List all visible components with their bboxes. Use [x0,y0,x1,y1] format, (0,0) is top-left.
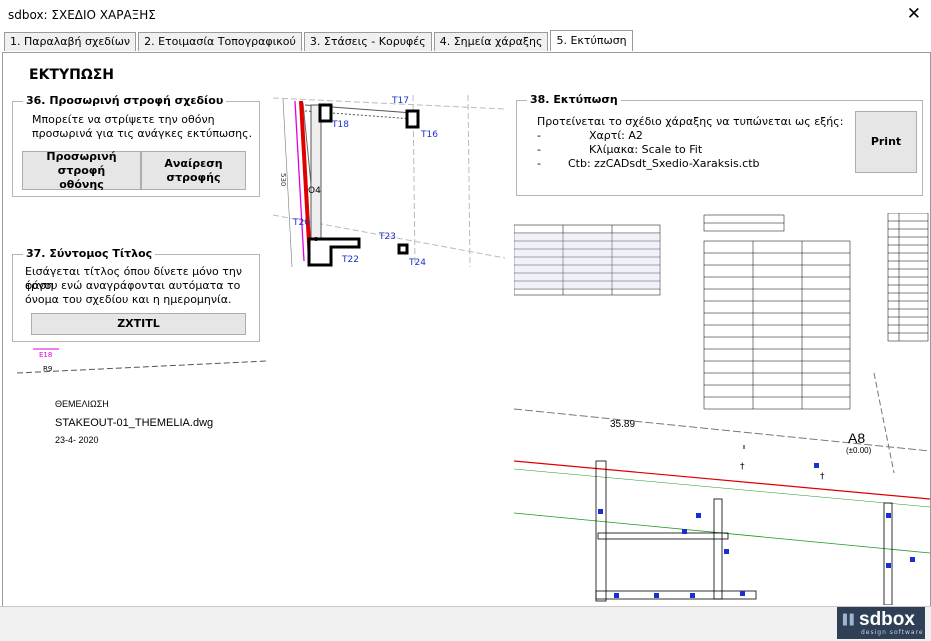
section-36-title: 36. Προσωρινή στροφή σχεδίου [23,94,227,107]
temporary-rotation-button-line2: οθόνης [59,177,104,191]
page-title: ΕΚΤΥΠΩΣΗ [29,67,114,83]
close-icon[interactable]: ✕ [907,4,921,24]
coordinate-table-middle [703,214,851,410]
undo-rotation-button-line1: Αναίρεση [164,156,223,170]
status-bar: ▌▌ sdbox design software [0,606,931,641]
tab-stakeout-points[interactable]: 4. Σημεία χάραξης [433,32,549,51]
section-36-text-line1: Μπορείτε να στρίψετε την οθόνη [32,113,215,126]
drawing-label-t17: T17 [391,96,409,106]
window-title: sdbox: ΣΧΕΔΙΟ ΧΑΡΑΞΗΣ [8,8,156,22]
drawing-label-t20: T20 [292,218,310,228]
logo-name: sdbox [859,609,915,630]
print-setting-dash: - [537,143,541,156]
coordinate-table-right [887,213,929,342]
print-setting-scale: Κλίμακα: Scale to Fit [589,143,703,156]
print-setting-dash: - [537,157,541,170]
sdbox-logo: ▌▌ sdbox design software [837,607,925,639]
print-button[interactable]: Print [855,111,917,173]
section-36-text-line2: προσωρινά για τις ανάγκες εκτύπωσης. [32,127,253,140]
logo-subtitle: design software [861,629,924,636]
drawing-fragment-left: E18 R9 [17,348,267,374]
print-panel: ΕΚΤΥΠΩΣΗ 36. Προσωρινή στροφή σχεδίου Μπ… [2,52,931,607]
drawing-label-r9: R9 [43,365,52,373]
drawing-label-t16: T16 [420,130,438,140]
section-37-text-line3: όνομα του σχεδίου και η ημερομηνία. [25,293,232,306]
section-37-text-line2: έργου ενώ αναγράφονται αυτόματα το [25,279,241,292]
print-setting-paper: Χαρτί: A2 [589,129,643,142]
temporary-rotation-button[interactable]: Προσωρινή στροφή οθόνης [22,149,141,191]
plan-axis-level: (±0.00) [846,446,872,455]
svg-text:†: † [820,472,825,482]
drawing-label-t18: T18 [331,120,349,130]
section-short-title: 37. Σύντομος Τίτλος Εισάγεται τίτλος όπο… [12,247,260,342]
temporary-rotation-button-line1: Προσωρινή στροφή [46,149,117,177]
svg-text:†: † [740,462,745,472]
plan-dimension-label: 35.89 [610,419,635,430]
print-setting-ctb: Ctb: zzCADsdt_Sxedio-Xaraksis.ctb [568,157,760,170]
tab-receive-drawings[interactable]: 1. Παραλαβή σχεδίων [4,32,137,51]
section-temporary-rotation: 36. Προσωρινή στροφή σχεδίου Μπορείτε να… [12,94,260,197]
section-print: 38. Εκτύπωση Προτείνεται το σχέδιο χάραξ… [516,93,923,196]
tab-print[interactable]: 5. Εκτύπωση [550,30,633,51]
zxtitl-button[interactable]: ZXTITL [31,313,246,335]
section-38-intro: Προτείνεται το σχέδιο χάραξης να τυπώνετ… [537,115,844,128]
title-stamp-phase: ΘΕΜΕΛΙΩΣΗ [55,399,109,409]
tab-strip: 1. Παραλαβή σχεδίων 2. Ετοιμασία Τοπογρα… [4,30,635,52]
undo-rotation-button[interactable]: Αναίρεση στροφής [141,151,246,190]
drawing-preview-foundation: T18 T16 T17 T20 O4 T23 T22 T24 530 [273,95,506,267]
tab-stations-vertices[interactable]: 3. Στάσεις - Κορυφές [303,32,432,51]
section-38-title: 38. Εκτύπωση [527,93,621,106]
drawing-label-o4: O4 [308,186,321,196]
print-setting-dash: - [537,129,541,142]
tab-prepare-topographic[interactable]: 2. Ετοιμασία Τοπογραφικού [138,32,302,51]
drawing-label-t22: T22 [341,255,359,265]
drawing-preview-stakeout-plan: 35.89 A8 (±0.00) † † [514,213,930,605]
title-bar: sdbox: ΣΧΕΔΙΟ ΧΑΡΑΞΗΣ ✕ [0,0,931,30]
logo-mark-icon: ▌▌ [843,615,857,626]
drawing-label-t23: T23 [378,232,396,242]
drawing-dimension-530: 530 [279,173,287,186]
undo-rotation-button-line2: στροφής [166,170,221,184]
title-stamp-filename: STAKEOUT-01_THEMELIA.dwg [55,417,214,429]
plan-axis-label: A8 [848,430,865,446]
drawing-label-t24: T24 [408,258,426,267]
section-37-title: 37. Σύντομος Τίτλος [23,247,156,260]
drawing-label-e18: E18 [39,351,52,359]
title-stamp-date: 23-4- 2020 [55,435,99,445]
